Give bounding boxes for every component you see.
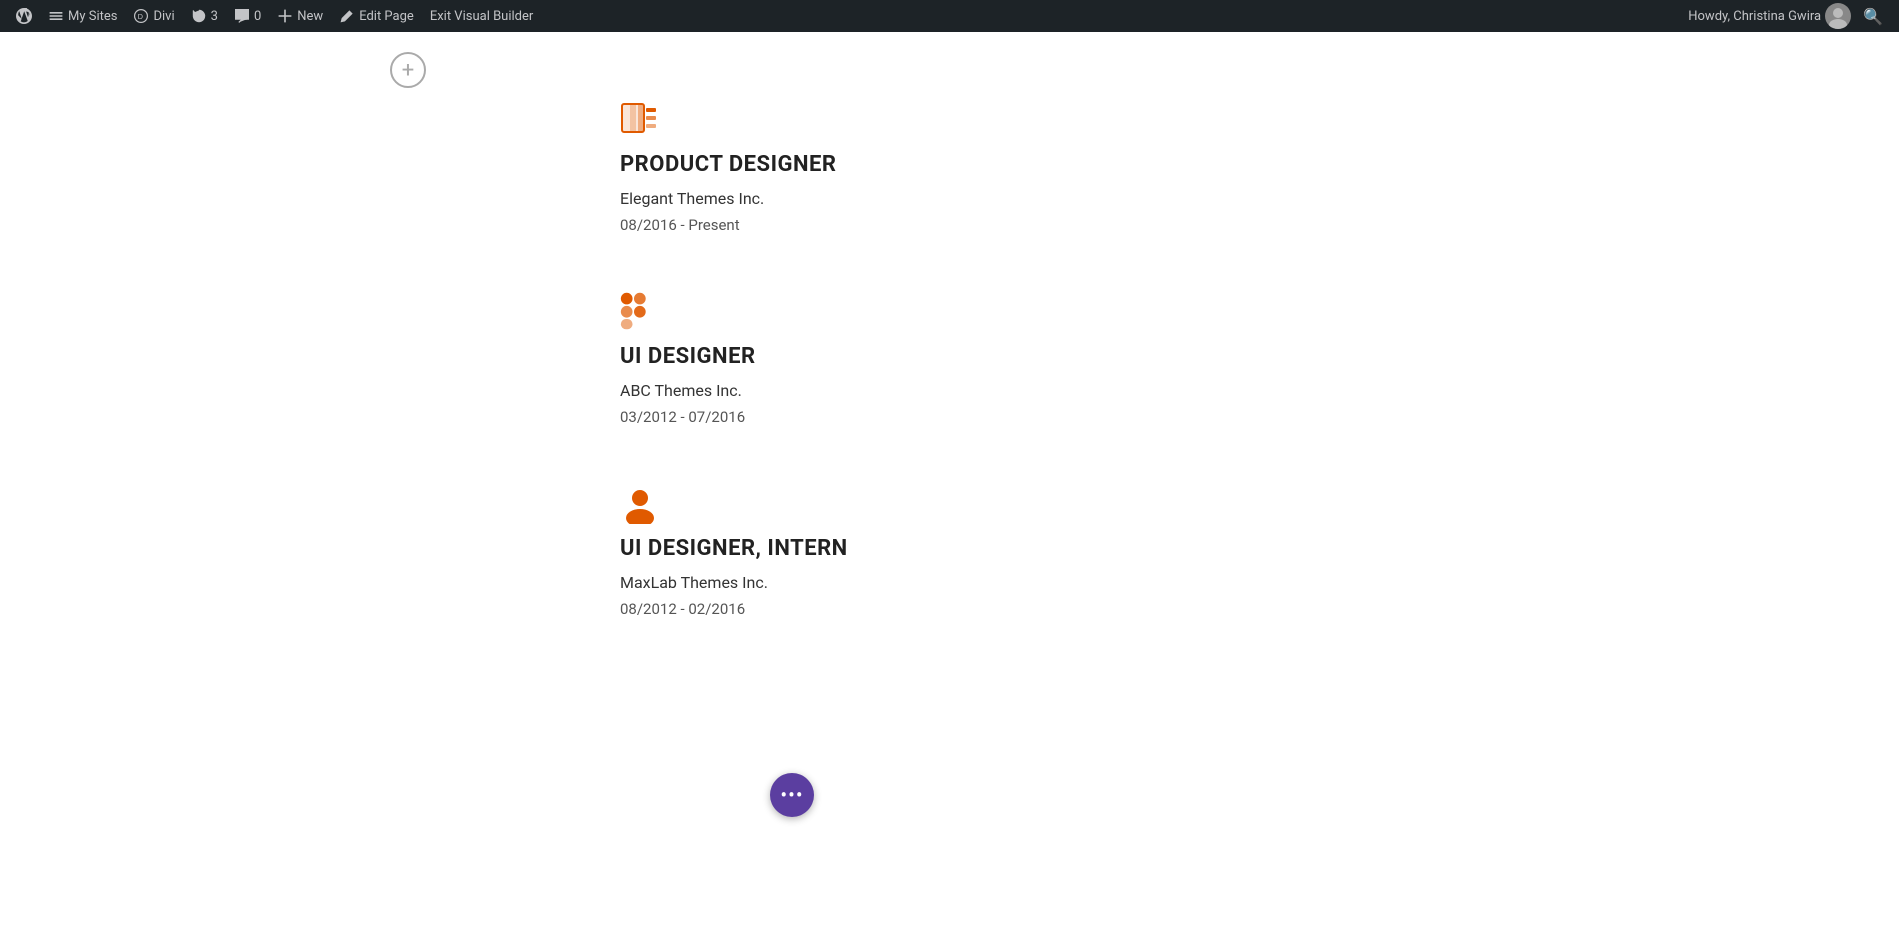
avatar (1825, 3, 1851, 29)
divi-label: Divi (153, 9, 174, 24)
job-entry-3: UI DESIGNER, INTERN MaxLab Themes Inc. 0… (620, 484, 848, 648)
exit-visual-builder-label: Exit Visual Builder (430, 9, 533, 24)
divi-menu[interactable]: D Divi (125, 0, 182, 32)
svg-text:D: D (138, 12, 143, 21)
admin-bar-right: Howdy, Christina Gwira 🔍 (1688, 3, 1891, 29)
job-dates-3: 08/2012 - 02/2016 (620, 600, 745, 618)
page-content: PRODUCT DESIGNER Elegant Themes Inc. 08/… (0, 32, 1899, 688)
comments-count: 0 (254, 9, 261, 24)
job-entry-2: UI DESIGNER ABC Themes Inc. 03/2012 - 07… (620, 292, 756, 456)
howdy-text: Howdy, Christina Gwira (1688, 9, 1821, 24)
admin-bar: My Sites D Divi 3 0 New Edit Page (0, 0, 1899, 32)
add-content-button[interactable]: + (390, 52, 426, 88)
search-icon[interactable]: 🔍 (1855, 7, 1891, 26)
job-company-1: Elegant Themes Inc. (620, 189, 764, 208)
comments-menu[interactable]: 0 (226, 0, 269, 32)
figma-icon (620, 292, 656, 328)
updates-menu[interactable]: 3 (183, 0, 226, 32)
job-title-2: UI DESIGNER (620, 344, 756, 369)
job-title-1: PRODUCT DESIGNER (620, 152, 837, 177)
edit-page-label: Edit Page (359, 9, 414, 24)
job-company-3: MaxLab Themes Inc. (620, 573, 768, 592)
person-icon (620, 484, 656, 520)
job-dates-2: 03/2012 - 07/2016 (620, 408, 745, 426)
job-title-3: UI DESIGNER, INTERN (620, 536, 848, 561)
updates-count: 3 (211, 9, 218, 24)
exit-visual-builder-menu[interactable]: Exit Visual Builder (422, 0, 541, 32)
new-menu[interactable]: New (269, 0, 331, 32)
job-company-2: ABC Themes Inc. (620, 381, 742, 400)
palette-icon (620, 100, 656, 136)
my-sites-label: My Sites (68, 9, 117, 24)
my-sites-menu[interactable]: My Sites (40, 0, 125, 32)
job-dates-1: 08/2016 - Present (620, 216, 740, 234)
new-label: New (297, 9, 323, 24)
job-entry-1: PRODUCT DESIGNER Elegant Themes Inc. 08/… (620, 100, 837, 264)
edit-page-menu[interactable]: Edit Page (331, 0, 422, 32)
dots-menu-button[interactable]: ••• (770, 773, 814, 817)
wp-logo[interactable] (8, 0, 40, 32)
